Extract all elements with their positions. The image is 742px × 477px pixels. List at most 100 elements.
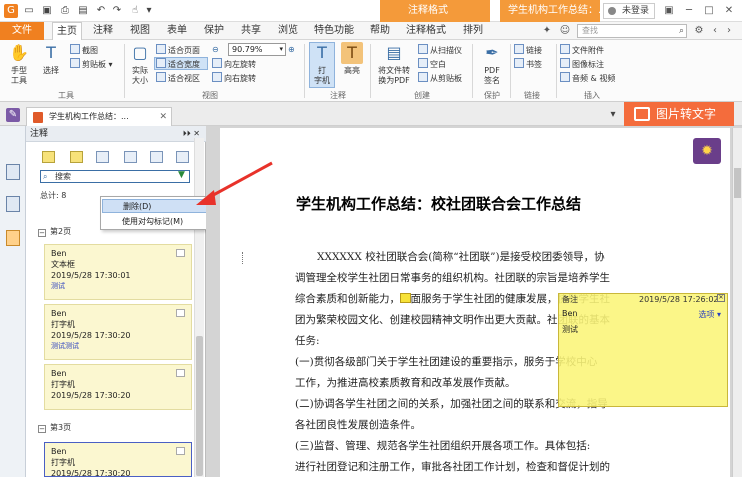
hand-tool-icon[interactable]: ☝ <box>128 4 142 18</box>
panel-scrollbar-thumb[interactable] <box>196 336 203 476</box>
maximize-icon[interactable]: □ <box>700 3 718 19</box>
annotation-card[interactable]: Ben 打字机 2019/5/28 17:30:20 测试测试 <box>44 304 192 360</box>
zoom-in-icon[interactable]: ⊕ <box>288 44 295 56</box>
checkmark-box[interactable] <box>176 369 185 377</box>
panel-scrollbar[interactable] <box>194 138 204 477</box>
tab-view[interactable]: 视图 <box>130 22 150 40</box>
redo-icon[interactable]: ↷ <box>110 4 124 18</box>
ribbon-toggle-icon[interactable]: ▣ <box>660 3 678 19</box>
file-attachment-button[interactable]: 文件附件 <box>560 44 604 56</box>
page-group-label: 第3页 <box>50 423 72 432</box>
fit-width-button[interactable]: 适合宽度 <box>156 58 200 70</box>
import-icon[interactable] <box>96 151 109 163</box>
audio-video-button[interactable]: 音频 & 视频 <box>560 72 615 84</box>
annotation-card[interactable]: Ben 打字机 2019/5/28 17:30:20 <box>44 364 192 410</box>
collapse-toggle-icon[interactable]: − <box>38 425 46 433</box>
settings-icon[interactable]: ⚙ <box>692 24 706 38</box>
close-icon[interactable]: ✕ <box>717 294 725 302</box>
close-window-icon[interactable]: ✕ <box>720 3 738 19</box>
tab-features[interactable]: 特色功能 <box>314 22 354 40</box>
clipboard-button[interactable]: 剪贴板 ▾ <box>70 58 113 70</box>
window-icon[interactable]: ▤ <box>76 4 90 18</box>
document-scrollbar-thumb[interactable] <box>734 168 741 198</box>
tab-help[interactable]: 帮助 <box>370 22 390 40</box>
checkmark-box[interactable] <box>176 249 185 257</box>
typewriter-button[interactable]: T 打 字机 <box>310 42 334 86</box>
collapse-toggle-icon[interactable]: − <box>38 229 46 237</box>
print-icon[interactable]: ⎙ <box>58 4 72 18</box>
convert-to-pdf-button[interactable]: ▤ 将文件转 换为PDF <box>374 42 414 86</box>
back-arrow-icon[interactable]: ‹ <box>708 24 722 38</box>
menu-item-check-mark[interactable]: 使用对勾标记(M) <box>102 215 210 229</box>
checkmark-box[interactable] <box>176 447 185 455</box>
context-menu: 删除(D) 使用对勾标记(M) <box>100 196 212 230</box>
save-icon[interactable]: ▣ <box>40 4 54 18</box>
image-to-text-button[interactable]: 图片转文字 <box>624 102 734 126</box>
export-icon[interactable] <box>124 151 137 163</box>
tab-protect[interactable]: 保护 <box>204 22 224 40</box>
from-clipboard-button[interactable]: 从剪贴板 <box>418 72 462 84</box>
tab-browse[interactable]: 浏览 <box>278 22 298 40</box>
layers-panel-icon[interactable] <box>6 196 20 212</box>
search-input[interactable]: 查找 ⌕ <box>577 24 687 38</box>
annotation-card[interactable]: Ben 文本框 2019/5/28 17:30:01 测试 <box>44 244 192 300</box>
link-button[interactable]: 链接 <box>514 44 542 56</box>
tab-file[interactable]: 文件 <box>0 22 44 40</box>
comments-panel-icon[interactable] <box>6 230 20 246</box>
rotate-left-button[interactable]: 向左旋转 <box>212 58 256 70</box>
tab-share[interactable]: 共享 <box>241 22 261 40</box>
login-button[interactable]: 未登录 <box>603 3 655 19</box>
user-account-icon[interactable]: ☺ <box>558 24 572 38</box>
tab-comment[interactable]: 注释 <box>93 22 113 40</box>
note-options-button[interactable]: 选项 ▾ <box>698 309 721 320</box>
tab-arrange[interactable]: 排列 <box>463 22 483 40</box>
bookmark-button[interactable]: 书签 <box>514 58 542 70</box>
select-button[interactable]: T 选择 <box>38 42 64 76</box>
comment-bubble-icon[interactable] <box>176 151 189 163</box>
document-tab[interactable]: 学生机构工作总结：... ✕ <box>26 107 172 126</box>
pdf-sign-button[interactable]: ✒ PDF 签名 <box>478 42 506 86</box>
tab-home[interactable]: 主页 <box>52 22 82 40</box>
tab-form[interactable]: 表单 <box>167 22 187 40</box>
filter-icon[interactable]: ▼ <box>178 170 185 180</box>
close-tab-icon[interactable]: ✕ <box>159 108 167 126</box>
actual-size-button[interactable]: ▢ 实际 大小 <box>128 42 152 86</box>
rotate-right-button[interactable]: 向右旋转 <box>212 72 256 84</box>
context-tab-annotation-format[interactable]: 注释格式 <box>380 0 490 22</box>
note-popup[interactable]: 备注 2019/5/28 17:26:02 ✕ Ben 选项 ▾ 测试 <box>558 293 728 407</box>
checkmark-box[interactable] <box>176 309 185 317</box>
fit-view-button[interactable]: 适合视区 <box>156 72 200 84</box>
customize-dropdown-icon[interactable]: ▾ <box>142 4 156 18</box>
page-group-3[interactable]: − 第3页 <box>38 422 71 433</box>
minimize-icon[interactable]: ─ <box>680 3 698 19</box>
annotation-card-selected[interactable]: Ben 打字机 2019/5/28 17:30:20 <box>44 442 192 477</box>
annotation-search-placeholder: 搜索 <box>55 172 71 181</box>
zoom-level-select[interactable]: 90.79% ▾ <box>228 43 286 56</box>
highlight-button[interactable]: T 高亮 <box>340 42 364 76</box>
annotation-tool-icon[interactable]: ✎ <box>6 108 20 122</box>
note-popup-body[interactable]: 测试 <box>562 324 578 335</box>
undo-icon[interactable]: ↶ <box>94 4 108 18</box>
annotation-search-input[interactable]: ⌕ 搜索 <box>40 170 190 183</box>
document-scrollbar[interactable] <box>732 128 742 477</box>
note-annotation-marker[interactable] <box>400 293 411 303</box>
hand-tool-button[interactable]: ✋ 手型 工具 <box>6 42 32 86</box>
summary-icon[interactable] <box>150 151 163 163</box>
tip-lightbulb-icon[interactable]: ✹ <box>693 138 721 164</box>
tab-list-dropdown-icon[interactable]: ▾ <box>606 108 620 122</box>
page-group-2[interactable]: − 第2页 <box>38 226 71 237</box>
blank-button[interactable]: 空白 <box>418 58 446 70</box>
tab-annotation-format[interactable]: 注释格式 <box>406 22 446 40</box>
screenshot-button[interactable]: 截图 <box>70 44 98 56</box>
new-file-icon[interactable]: ▭ <box>22 4 36 18</box>
forward-arrow-icon[interactable]: › <box>722 24 736 38</box>
menu-item-delete[interactable]: 删除(D) <box>102 199 210 213</box>
image-annotation-button[interactable]: 图像标注 <box>560 58 604 70</box>
from-scanner-button[interactable]: 从扫描仪 <box>418 44 462 56</box>
collapse-all-icon[interactable] <box>70 151 83 163</box>
fit-page-button[interactable]: 适合页面 <box>156 44 200 56</box>
zoom-out-icon[interactable]: ⊖ <box>212 44 219 56</box>
expand-all-icon[interactable] <box>42 151 55 163</box>
lightbulb-icon[interactable]: ✦ <box>540 24 554 38</box>
pages-panel-icon[interactable] <box>6 164 20 180</box>
